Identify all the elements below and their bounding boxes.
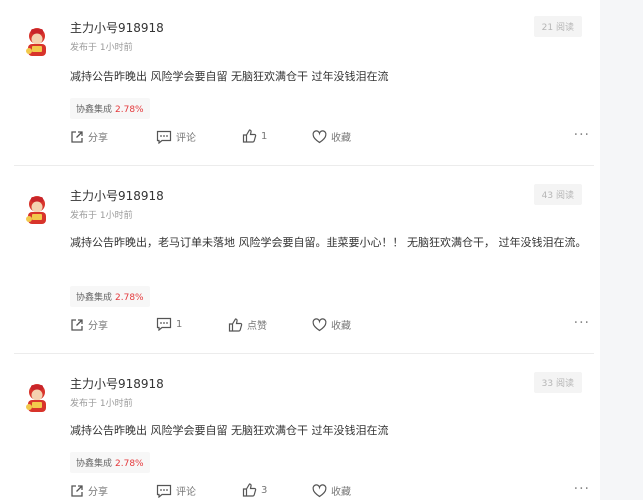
share-button[interactable]: 分享 [70, 129, 108, 144]
thumbs-up-icon [242, 129, 257, 143]
user-avatar[interactable] [22, 382, 52, 414]
collect-button[interactable]: 收藏 [312, 129, 351, 144]
stock-change: 2.78% [115, 105, 144, 115]
comment-icon [156, 484, 172, 498]
share-icon [71, 318, 83, 331]
heart-icon [312, 317, 327, 331]
post-content[interactable]: 减持公告昨晚出 风险学会要自留 无脑狂欢满仓干 过年没钱泪在流 [70, 420, 590, 442]
post-actions: 分享 评论 1 收藏 ··· [70, 127, 590, 149]
right-gutter [600, 0, 643, 500]
username[interactable]: 主力小号918918 [70, 187, 164, 204]
share-button[interactable]: 分享 [70, 483, 108, 498]
more-options-button[interactable]: ··· [574, 315, 590, 331]
user-avatar[interactable] [22, 26, 52, 58]
share-button[interactable]: 分享 [70, 317, 108, 332]
collect-label: 收藏 [331, 321, 351, 332]
comment-button[interactable]: 1 [156, 317, 182, 331]
like-button[interactable]: 点赞 [228, 317, 267, 332]
view-count-badge: 33 阅读 [533, 372, 582, 393]
post-time: 发布于 1小时前 [70, 211, 133, 221]
stock-name: 协鑫集成 [76, 105, 113, 115]
post-card: 主力小号918918 发布于 1小时前 33 阅读 减持公告昨晚出 风险学会要自… [14, 372, 594, 500]
stock-name: 协鑫集成 [76, 459, 113, 469]
more-options-button[interactable]: ··· [574, 127, 590, 143]
like-button[interactable]: 3 [242, 483, 267, 497]
post-feed: 主力小号918918 发布于 1小时前 21 阅读 减持公告昨晚出 风险学会要自… [0, 0, 600, 500]
collect-label: 收藏 [331, 487, 351, 498]
stock-tag[interactable]: 协鑫集成 2.78% [70, 98, 150, 119]
collect-button[interactable]: 收藏 [312, 483, 351, 498]
like-button[interactable]: 1 [242, 129, 267, 143]
stock-tag[interactable]: 协鑫集成 2.78% [70, 286, 150, 307]
stock-tag[interactable]: 协鑫集成 2.78% [70, 452, 150, 473]
like-label: 点赞 [247, 321, 267, 332]
heart-icon [312, 483, 327, 497]
comment-label: 评论 [176, 133, 196, 144]
comment-icon [156, 317, 172, 331]
post-time: 发布于 1小时前 [70, 399, 133, 409]
comment-label: 评论 [176, 487, 196, 498]
comment-button[interactable]: 评论 [156, 483, 196, 498]
more-options-button[interactable]: ··· [574, 481, 590, 497]
thumbs-up-icon [228, 317, 243, 332]
like-label: 3 [261, 484, 268, 496]
stock-change: 2.78% [115, 459, 144, 469]
share-label: 分享 [88, 487, 108, 498]
heart-icon [312, 129, 327, 143]
user-avatar[interactable] [22, 194, 52, 226]
stock-change: 2.78% [115, 293, 144, 303]
username[interactable]: 主力小号918918 [70, 375, 164, 392]
view-count-badge: 21 阅读 [533, 16, 582, 37]
post-actions: 分享 评论 3 收藏 ··· [70, 481, 590, 503]
username[interactable]: 主力小号918918 [70, 19, 164, 36]
comment-label: 1 [176, 318, 183, 330]
share-label: 分享 [88, 321, 108, 332]
like-label: 1 [261, 130, 268, 142]
share-icon [71, 130, 83, 143]
post-content[interactable]: 减持公告昨晚出 风险学会要自留 无脑狂欢满仓干 过年没钱泪在流 [70, 66, 590, 88]
comment-button[interactable]: 评论 [156, 129, 196, 144]
divider [14, 165, 594, 166]
collect-button[interactable]: 收藏 [312, 317, 351, 332]
divider [14, 353, 594, 354]
comment-icon [156, 130, 172, 144]
post-card: 主力小号918918 发布于 1小时前 21 阅读 减持公告昨晚出 风险学会要自… [14, 16, 594, 156]
post-actions: 分享 1 点赞 收藏 ··· [70, 315, 590, 337]
share-icon [71, 484, 83, 497]
stock-name: 协鑫集成 [76, 293, 113, 303]
view-count-badge: 43 阅读 [533, 184, 582, 205]
collect-label: 收藏 [331, 133, 351, 144]
post-content[interactable]: 减持公告昨晚出，老马订单未落地 风险学会要自留。韭菜要小心！！ 无脑狂欢满仓干，… [70, 232, 590, 254]
share-label: 分享 [88, 133, 108, 144]
thumbs-up-icon [242, 483, 257, 497]
post-time: 发布于 1小时前 [70, 43, 133, 53]
post-card: 主力小号918918 发布于 1小时前 43 阅读 减持公告昨晚出，老马订单未落… [14, 184, 594, 334]
